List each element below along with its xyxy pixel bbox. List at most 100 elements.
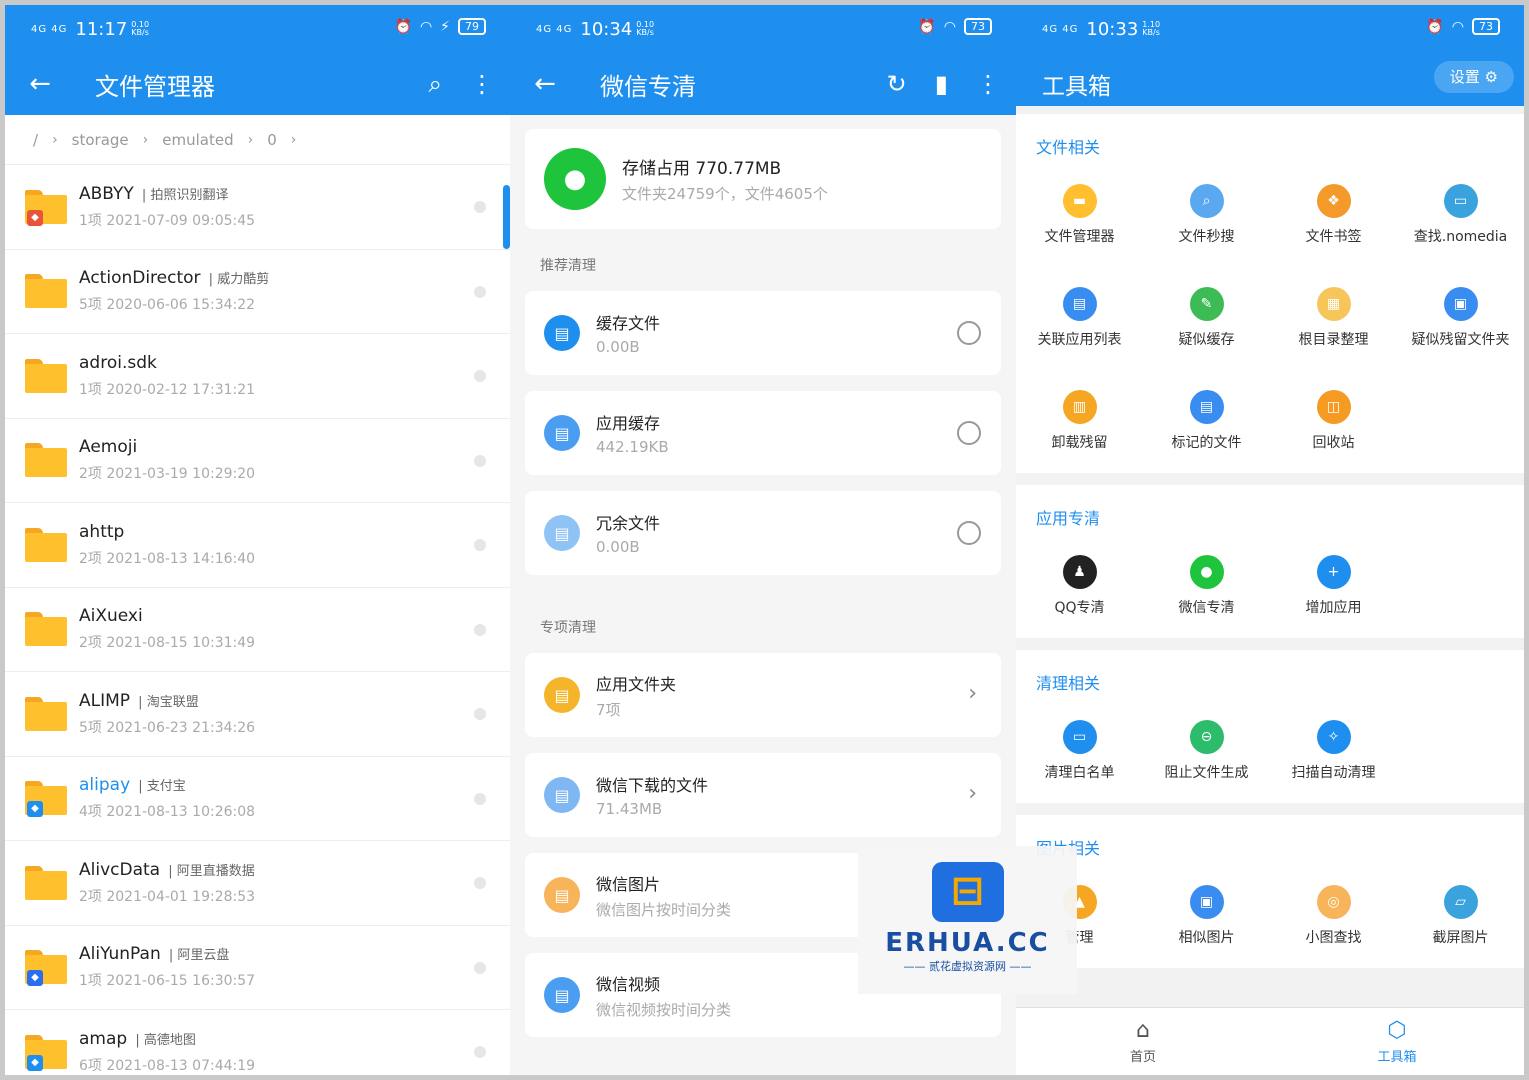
signal-icon: 4G 4G (31, 23, 68, 35)
breadcrumb-emulated[interactable]: emulated (162, 131, 233, 149)
chevron-right-icon: › (52, 131, 58, 148)
tool-label: QQ专清 (1054, 600, 1105, 616)
battery-icon: 79 (458, 18, 486, 35)
tool-screenshot[interactable]: ▱ 截屏图片 (1397, 865, 1524, 968)
folder-list: ◆ ABBYY | 拍照识别翻译 1项 2021-07-09 09:05:45 … (5, 165, 510, 1075)
more-vert-icon[interactable]: ⋮ (470, 70, 494, 98)
tool-app-list[interactable]: ▤ 关联应用列表 (1016, 267, 1143, 370)
tool-block[interactable]: ⊖ 阻止文件生成 (1143, 700, 1270, 803)
folder-meta: 5项 2020-06-06 15:34:22 (79, 297, 256, 314)
chevron-right-icon: › (142, 131, 149, 148)
more-vert-icon[interactable]: ⋮ (976, 70, 1000, 98)
clean-item[interactable]: ▤ 应用文件夹 7项 › (525, 653, 1001, 737)
folder-row[interactable]: ◆ alipay | 支付宝 4项 2021-08-13 10:26:08 (5, 757, 510, 841)
tool-section-title: 应用专清 (1036, 509, 1101, 528)
tool-label: 文件书签 (1305, 229, 1362, 245)
tool-label: 阻止文件生成 (1164, 765, 1249, 781)
tool-search[interactable]: ⌕ 文件秒搜 (1143, 164, 1270, 267)
folder-row[interactable]: ALIMP | 淘宝联盟 5项 2021-06-23 21:34:26 (5, 672, 510, 757)
scrollbar-thumb[interactable] (503, 185, 510, 249)
breadcrumb-0[interactable]: 0 (267, 131, 277, 149)
tool-wechat[interactable]: ● 微信专清 (1143, 535, 1270, 638)
tool-similar-image[interactable]: ▣ 相似图片 (1143, 865, 1270, 968)
tool-qq[interactable]: ♟ QQ专清 (1016, 535, 1143, 638)
folder-meta: 2项 2021-03-19 10:29:20 (79, 466, 256, 483)
tool-recycle-bin[interactable]: ◫ 回收站 (1270, 370, 1397, 473)
select-dot[interactable] (474, 1046, 486, 1058)
nav-toolbox[interactable]: ⬡ 工具箱 (1270, 1008, 1524, 1075)
select-dot[interactable] (474, 370, 486, 382)
app-badge-icon: ◆ (27, 1054, 43, 1071)
radio-button[interactable] (957, 321, 981, 345)
whitelist-icon: ▭ (1062, 720, 1097, 754)
clean-item-name: 微信下载的文件 (596, 776, 709, 795)
tool-auto-clean[interactable]: ✧ 扫描自动清理 (1270, 700, 1397, 803)
select-dot[interactable] (474, 201, 486, 213)
tool-broom[interactable]: ✎ 疑似缓存 (1143, 267, 1270, 370)
folder-icon: ◆ (25, 781, 67, 818)
tool-folder[interactable]: ▬ 文件管理器 (1016, 164, 1143, 267)
chevron-right-icon: › (247, 131, 254, 148)
folder-meta: 1项 2021-06-15 16:30:57 (79, 973, 256, 990)
breadcrumb-storage[interactable]: storage (72, 131, 129, 149)
tool-label: 查找.nomedia (1413, 229, 1508, 245)
settings-button[interactable]: 设置 ⚙ (1433, 61, 1514, 93)
storage-card: ● 存储占用 770.77MB 文件夹24759个，文件4605个 (525, 129, 1001, 229)
signal-icon: 4G 4G (536, 23, 573, 35)
tool-residual-folder[interactable]: ▣ 疑似残留文件夹 (1397, 267, 1524, 370)
folder-row[interactable]: ◆ AliYunPan | 阿里云盘 1项 2021-06-15 16:30:5… (5, 926, 510, 1010)
tool-small-image[interactable]: ◎ 小图查找 (1270, 865, 1397, 968)
radio-button[interactable] (957, 421, 981, 445)
select-dot[interactable] (474, 539, 486, 551)
select-dot[interactable] (474, 623, 486, 636)
back-arrow-icon[interactable]: ← (5, 69, 75, 99)
folder-row[interactable]: ahttp 2项 2021-08-13 14:16:40 (5, 503, 510, 588)
breadcrumb-root[interactable]: / (33, 131, 38, 149)
tool-section: 清理相关 ▭ 清理白名单 ⊖ 阻止文件生成 ✧ 扫描自动清理 (1016, 650, 1524, 803)
radio-button[interactable] (957, 521, 981, 545)
select-dot[interactable] (474, 877, 486, 889)
tool-whitelist[interactable]: ▭ 清理白名单 (1016, 700, 1143, 803)
toolbox-panel: 4G 4G 10:33 1.10 KB/s ⏰ ◠ 73 工具箱 设置 ⚙ 文件相关… (1016, 5, 1524, 1075)
page-title: 文件管理器 (95, 72, 215, 101)
folder-row[interactable]: ActionDirector | 威力酷剪 5项 2020-06-06 15:3… (5, 250, 510, 334)
folder-row[interactable]: AlivcData | 阿里直播数据 2项 2021-04-01 19:28:5… (5, 841, 510, 926)
folder-row[interactable]: Aemoji 2项 2021-03-19 10:29:20 (5, 419, 510, 503)
folder-row[interactable]: ◆ ABBYY | 拍照识别翻译 1项 2021-07-09 09:05:45 (5, 165, 510, 250)
select-dot[interactable] (474, 792, 486, 805)
refresh-icon[interactable]: ↻ (887, 70, 907, 98)
clean-item[interactable]: ▤ 微信下载的文件 71.43MB › (525, 753, 1001, 837)
tool-label: 标记的文件 (1171, 435, 1242, 451)
tool-plus[interactable]: + 增加应用 (1270, 535, 1397, 638)
app-bar: 工具箱 设置 ⚙ (1016, 53, 1524, 106)
app-bar: ← 微信专清 ↻ ▮ ⋮ (510, 53, 1016, 115)
tool-bookmark[interactable]: ❖ 文件书签 (1270, 164, 1397, 267)
select-dot[interactable] (474, 454, 486, 467)
select-dot[interactable] (474, 961, 486, 974)
folder-row[interactable]: AiXuexi 2项 2021-08-15 10:31:49 (5, 588, 510, 672)
tool-uninstall[interactable]: ▥ 卸载残留 (1016, 370, 1143, 473)
tool-section-title: 文件相关 (1036, 138, 1101, 157)
tool-marked-file[interactable]: ▤ 标记的文件 (1143, 370, 1270, 473)
storage-counts: 文件夹24759个，文件4605个 (622, 185, 828, 203)
wechat-icon: ● (1189, 555, 1224, 589)
folder-name: ahttp (79, 521, 125, 542)
folder-name: alipay | 支付宝 (79, 775, 186, 796)
clean-item[interactable]: ▤ 缓存文件 0.00B (525, 291, 1001, 375)
search-icon[interactable]: ⌕ (429, 70, 442, 98)
trash-icon[interactable]: ▮ (935, 70, 948, 98)
nav-home[interactable]: ⌂ 首页 (1016, 1008, 1270, 1075)
select-dot[interactable] (474, 285, 486, 298)
clean-item-name: 微信视频 (596, 974, 661, 994)
root-folder-icon: ▦ (1316, 287, 1351, 321)
tool-root-folder[interactable]: ▦ 根目录整理 (1270, 267, 1397, 370)
clean-item-name: 微信图片 (596, 874, 661, 894)
tool-nomedia[interactable]: ▭ 查找.nomedia (1397, 164, 1524, 267)
network-speed: 0.10 KB/s (131, 20, 150, 37)
folder-row[interactable]: ◆ amap | 高德地图 6项 2021-08-13 07:44:19 (5, 1010, 510, 1075)
select-dot[interactable] (474, 708, 486, 720)
back-arrow-icon[interactable]: ← (510, 69, 580, 99)
clean-item[interactable]: ▤ 应用缓存 442.19KB (525, 391, 1001, 475)
folder-row[interactable]: adroi.sdk 1项 2020-02-12 17:31:21 (5, 334, 510, 419)
clean-item[interactable]: ▤ 冗余文件 0.00B (525, 491, 1001, 575)
